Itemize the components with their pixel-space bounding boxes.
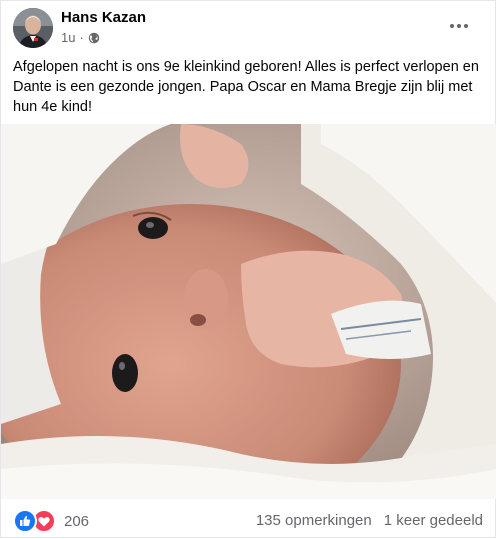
globe-icon[interactable] bbox=[88, 32, 100, 44]
shares-count[interactable]: 1 keer gedeeld bbox=[384, 512, 483, 529]
reaction-count: 206 bbox=[64, 512, 90, 530]
post-timestamp[interactable]: 1u bbox=[61, 30, 75, 45]
reactions-summary[interactable]: 206 bbox=[13, 509, 89, 533]
newborn-photo bbox=[1, 124, 496, 499]
post-text: Afgelopen nacht is ons 9e kleinkind gebo… bbox=[13, 59, 479, 115]
post-meta: 1u · bbox=[61, 30, 100, 45]
post-header: Hans Kazan 1u · bbox=[1, 1, 496, 51]
meta-separator: · bbox=[79, 30, 84, 45]
like-icon bbox=[13, 509, 37, 533]
facebook-post: Hans Kazan 1u · Afgelopen nacht is ons 9… bbox=[0, 0, 496, 538]
comments-count[interactable]: 135 opmerkingen bbox=[256, 512, 372, 529]
author-name[interactable]: Hans Kazan bbox=[61, 9, 146, 26]
avatar-photo bbox=[13, 8, 53, 48]
more-options-icon[interactable] bbox=[441, 12, 477, 40]
post-footer: 206 135 opmerkingen 1 keer gedeeld bbox=[1, 499, 496, 539]
author-avatar[interactable] bbox=[13, 8, 53, 48]
engagement-stats: 135 opmerkingen 1 keer gedeeld bbox=[256, 512, 483, 529]
post-photo[interactable] bbox=[1, 124, 496, 499]
